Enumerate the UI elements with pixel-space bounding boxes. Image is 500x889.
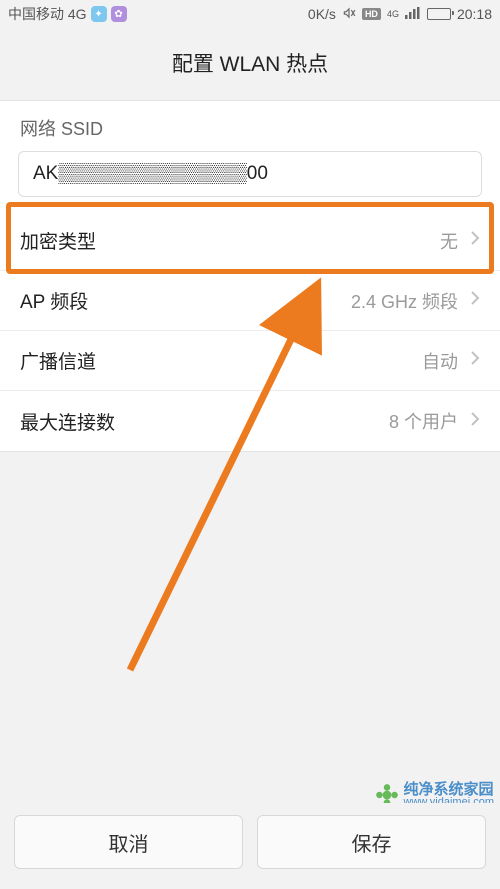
encryption-label: 加密类型 bbox=[20, 227, 96, 254]
mute-icon bbox=[342, 6, 356, 23]
cancel-button[interactable]: 取消 bbox=[14, 815, 243, 869]
signal-icon bbox=[405, 6, 421, 22]
page-title: 配置 WLAN 热点 bbox=[0, 28, 500, 100]
chevron-right-icon bbox=[470, 411, 480, 432]
encryption-row[interactable]: 加密类型 无 bbox=[0, 211, 500, 271]
broadcast-channel-label: 广播信道 bbox=[20, 347, 96, 374]
ap-band-label: AP 频段 bbox=[20, 287, 88, 314]
broadcast-channel-row[interactable]: 广播信道 自动 bbox=[0, 331, 500, 391]
clock: 20:18 bbox=[457, 6, 492, 22]
net-speed: 0K/s bbox=[308, 6, 336, 22]
hd-badge: HD bbox=[362, 8, 381, 20]
ap-band-row[interactable]: AP 频段 2.4 GHz 频段 bbox=[0, 271, 500, 331]
encryption-value: 无 bbox=[440, 228, 458, 254]
app-icon-2: ✿ bbox=[111, 6, 127, 22]
broadcast-channel-value: 自动 bbox=[422, 348, 458, 374]
ssid-label: 网络 SSID bbox=[0, 100, 500, 151]
max-connections-label: 最大连接数 bbox=[20, 408, 115, 435]
network-type: 4G bbox=[387, 10, 399, 19]
max-connections-row[interactable]: 最大连接数 8 个用户 bbox=[0, 391, 500, 451]
carrier-label: 中国移动 4G bbox=[8, 4, 87, 24]
bottom-bar: 取消 保存 bbox=[0, 803, 500, 889]
save-button[interactable]: 保存 bbox=[257, 815, 486, 869]
app-icon-1: ✦ bbox=[91, 6, 107, 22]
chevron-right-icon bbox=[470, 290, 480, 311]
chevron-right-icon bbox=[470, 230, 480, 251]
max-connections-value: 8 个用户 bbox=[389, 408, 458, 434]
ap-band-value: 2.4 GHz 频段 bbox=[351, 288, 458, 314]
chevron-right-icon bbox=[470, 350, 480, 371]
battery-icon bbox=[427, 8, 451, 20]
watermark-brand: 纯净系统家园 bbox=[404, 782, 494, 798]
ssid-input[interactable] bbox=[18, 151, 482, 197]
status-bar: 中国移动 4G ✦ ✿ 0K/s HD 4G 20:18 bbox=[0, 0, 500, 28]
